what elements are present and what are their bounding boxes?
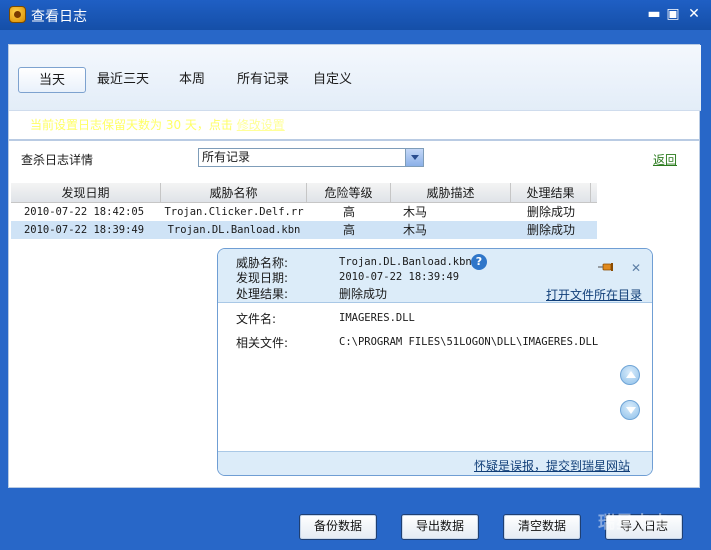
date-range-tabs: 当天 最近三天 本周 所有记录 自定义 — [9, 45, 701, 111]
modify-settings-link[interactable]: 修改设置 — [237, 118, 285, 132]
related-file-label: 相关文件: — [236, 336, 289, 350]
close-button[interactable]: ✕ — [686, 6, 702, 22]
column-header-description[interactable]: 威胁描述 — [391, 183, 511, 203]
result-label: 处理结果: — [236, 287, 289, 301]
tab-today[interactable]: 当天 — [18, 67, 87, 93]
cell-description: 木马 — [402, 205, 427, 219]
clear-data-button[interactable]: 清空数据 — [503, 514, 581, 540]
pin-icon[interactable] — [598, 262, 614, 272]
table-row[interactable]: 2010-07-22 18:39:49 Trojan.DL.Banload.kb… — [11, 221, 597, 239]
refresh-link[interactable]: 刷新 — [657, 116, 681, 133]
cell-result: 删除成功 — [526, 223, 575, 237]
cell-date: 2010-07-22 18:42:05 — [23, 206, 145, 218]
retention-notice: 当前设置日志保留天数为 30 天，点击 修改设置 — [30, 116, 285, 133]
column-header-risk-level[interactable]: 危险等级 — [307, 183, 391, 203]
back-link[interactable]: 返回 — [653, 151, 677, 168]
minimize-button[interactable]: ▬ — [646, 6, 662, 22]
open-file-location-link[interactable]: 打开文件所在目录 — [546, 286, 642, 303]
record-filter-select[interactable]: 所有记录 — [198, 148, 424, 167]
column-header-date[interactable]: 发现日期 — [11, 183, 161, 203]
tab-this-week[interactable]: 本周 — [169, 67, 215, 93]
related-file-value: C:\PROGRAM FILES\51LOGON\DLL\IMAGERES.DL… — [339, 336, 599, 348]
cell-date: 2010-07-22 18:39:49 — [23, 224, 145, 236]
result-value: 删除成功 — [339, 287, 388, 301]
cell-description: 木马 — [402, 223, 427, 237]
watermark-logo: 瑞星卡卡 — [598, 513, 670, 533]
window-client: 当天 最近三天 本周 所有记录 自定义 当前设置日志保留天数为 30 天，点击 … — [0, 30, 711, 550]
chevron-down-icon[interactable] — [405, 149, 423, 166]
scroll-up-icon[interactable] — [620, 365, 640, 385]
window-title: 查看日志 — [31, 9, 87, 25]
record-filter-value: 所有记录 — [202, 150, 251, 164]
threat-detail-footer: 怀疑是误报，提交到瑞星网站 — [218, 451, 652, 475]
tab-last-three-days[interactable]: 最近三天 — [87, 67, 159, 93]
file-name-value: IMAGERES.DLL — [339, 312, 415, 324]
threat-name-value: Trojan.DL.Banload.kbn — [339, 256, 472, 268]
log-details-panel: 查杀日志详情 所有记录 返回 发现日期 威胁名称 危险等级 威胁描述 处理结果 … — [8, 140, 700, 488]
tab-custom[interactable]: 自定义 — [303, 67, 362, 93]
log-viewer-window: 查看日志 ▬ ▣ ✕ 当天 最近三天 本周 所有记录 自定义 当前设置日志保留天… — [0, 0, 711, 550]
threat-detail-header: 威胁名称: Trojan.DL.Banload.kbn ? 发现日期: 2010… — [218, 249, 652, 303]
column-header-threat-name[interactable]: 威胁名称 — [161, 183, 307, 203]
table-header: 发现日期 威胁名称 危险等级 威胁描述 处理结果 — [11, 183, 597, 203]
threat-log-table: 发现日期 威胁名称 危险等级 威胁描述 处理结果 2010-07-22 18:4… — [11, 183, 597, 239]
close-icon[interactable]: ✕ — [630, 262, 642, 274]
rising-lion-icon — [9, 6, 26, 23]
cell-threat-name: Trojan.Clicker.Delf.rr — [164, 206, 304, 218]
backup-data-button[interactable]: 备份数据 — [299, 514, 377, 540]
cell-threat-name: Trojan.DL.Banload.kbn — [167, 224, 301, 236]
scroll-down-icon[interactable] — [620, 400, 640, 420]
title-bar: 查看日志 ▬ ▣ ✕ — [0, 0, 711, 30]
export-data-button[interactable]: 导出数据 — [401, 514, 479, 540]
found-date-label: 发现日期: — [236, 271, 289, 285]
table-row[interactable]: 2010-07-22 18:42:05 Trojan.Clicker.Delf.… — [11, 203, 597, 221]
cell-risk-level: 高 — [342, 223, 355, 237]
report-false-positive-link[interactable]: 怀疑是误报，提交到瑞星网站 — [474, 457, 630, 474]
help-icon[interactable]: ? — [471, 254, 487, 270]
cell-risk-level: 高 — [342, 205, 355, 219]
threat-detail-popup: 威胁名称: Trojan.DL.Banload.kbn ? 发现日期: 2010… — [217, 248, 653, 476]
column-header-result[interactable]: 处理结果 — [511, 183, 591, 203]
file-name-label: 文件名: — [236, 312, 277, 326]
tab-all-records[interactable]: 所有记录 — [227, 67, 299, 93]
section-title: 查杀日志详情 — [21, 153, 94, 167]
maximize-button[interactable]: ▣ — [665, 6, 681, 22]
cell-result: 删除成功 — [526, 205, 575, 219]
retention-notice-text: 当前设置日志保留天数为 30 天，点击 — [30, 118, 233, 132]
found-date-value: 2010-07-22 18:39:49 — [339, 271, 460, 283]
